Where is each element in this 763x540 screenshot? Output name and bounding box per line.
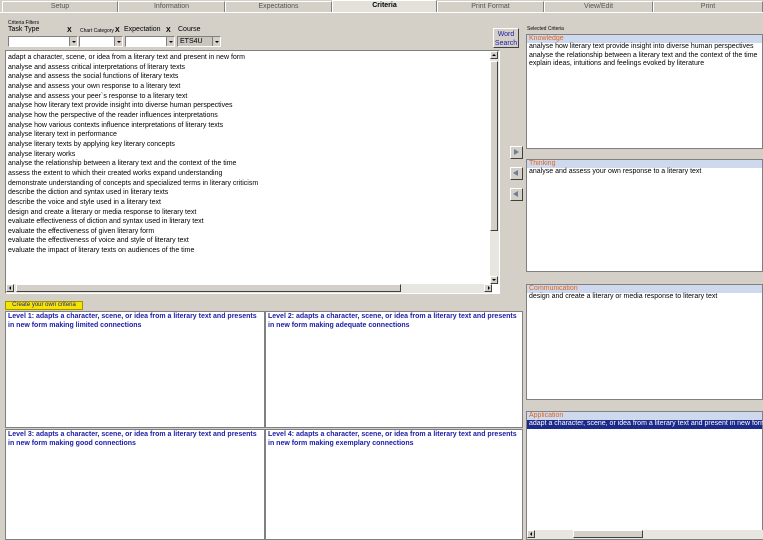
level-4-text: Level 4: adapts a character, scene, or i…	[268, 431, 517, 447]
scroll-up-icon[interactable]	[490, 51, 498, 59]
level-1-box[interactable]: Level 1: adapts a character, scene, or i…	[5, 311, 265, 428]
level-2-text: Level 2: adapts a character, scene, or i…	[268, 313, 517, 329]
application-hscroll-thumb[interactable]	[573, 530, 643, 538]
criteria-list-item[interactable]: analyse literary texts by applying key l…	[6, 140, 490, 150]
application-item[interactable]: adapt a character, scene, or idea from a…	[527, 420, 763, 429]
criteria-list-item[interactable]: analyse literary text in performance	[6, 130, 490, 140]
chevron-down-icon	[69, 37, 77, 46]
selected-criteria-heading: Selected Criteria	[527, 26, 564, 32]
tab-expectations[interactable]: Expectations	[225, 1, 332, 12]
criteria-list-item[interactable]: analyse how literary text provide insigh…	[6, 101, 490, 111]
criteria-list-item[interactable]: analyse how the perspective of the reade…	[6, 111, 490, 121]
application-box[interactable]: Application adapt a character, scene, or…	[526, 411, 763, 540]
tab-information[interactable]: Information	[118, 1, 225, 12]
add-criteria-arrow-icon[interactable]	[510, 146, 523, 159]
course-label: Course	[178, 26, 201, 33]
criteria-list-vscroll[interactable]	[490, 51, 499, 284]
chart-category-select[interactable]	[79, 36, 123, 47]
word-search-label-1: Word	[497, 31, 515, 38]
criteria-list-item[interactable]: describe the diction and syntax used in …	[6, 188, 490, 198]
thinking-item[interactable]: analyse and assess your own response to …	[527, 168, 762, 177]
criteria-list-item[interactable]: analyse the relationship between a liter…	[6, 159, 490, 169]
remove-all-criteria-arrow-icon[interactable]	[510, 188, 523, 201]
tab-view-edit[interactable]: View/Edit	[544, 1, 653, 12]
tab-divider	[0, 12, 763, 13]
criteria-list-item[interactable]: demonstrate understanding of concepts an…	[6, 179, 490, 189]
criteria-list-item[interactable]: evaluate the effectiveness of given lite…	[6, 227, 490, 237]
level-2-box[interactable]: Level 2: adapts a character, scene, or i…	[265, 311, 523, 428]
level-1-text: Level 1: adapts a character, scene, or i…	[8, 313, 257, 329]
chevron-down-icon	[114, 37, 122, 46]
communication-box[interactable]: Communication design and create a litera…	[526, 284, 763, 400]
criteria-hscroll-thumb[interactable]	[16, 284, 401, 292]
course-value: ETS4U	[180, 38, 203, 45]
scroll-left-icon[interactable]	[527, 530, 535, 538]
knowledge-item[interactable]: analyse how literary text provide insigh…	[527, 43, 762, 52]
application-title: Application	[527, 412, 762, 420]
thinking-title: Thinking	[527, 160, 762, 168]
criteria-window: Setup Information Expectations Criteria …	[0, 0, 763, 540]
scroll-down-icon[interactable]	[490, 276, 498, 284]
course-select[interactable]: ETS4U	[177, 36, 221, 47]
level-3-box[interactable]: Level 3: adapts a character, scene, or i…	[5, 429, 265, 540]
task-type-label: Task Type	[8, 26, 40, 33]
knowledge-item[interactable]: explain ideas, intuitions and feelings e…	[527, 60, 762, 69]
remove-criteria-arrow-icon[interactable]	[510, 167, 523, 180]
criteria-list-item[interactable]: evaluate the effectiveness of voice and …	[6, 236, 490, 246]
criteria-list-item[interactable]: assess the extent to which their created…	[6, 169, 490, 179]
criteria-list-item[interactable]: adapt a character, scene, or idea from a…	[6, 53, 490, 63]
scroll-right-icon[interactable]	[484, 284, 492, 292]
criteria-list-item[interactable]: analyse and assess the social functions …	[6, 72, 490, 82]
level-4-box[interactable]: Level 4: adapts a character, scene, or i…	[265, 429, 523, 540]
chart-category-clear-button[interactable]: X	[115, 27, 120, 34]
knowledge-title: Knowledge	[527, 35, 762, 43]
criteria-scroll-thumb[interactable]	[490, 61, 498, 231]
criteria-list-item[interactable]: analyse and assess your own response to …	[6, 82, 490, 92]
expectation-label: Expectation	[124, 26, 161, 33]
criteria-list-item[interactable]: analyse literary works	[6, 150, 490, 160]
knowledge-item[interactable]: analyse the relationship between a liter…	[527, 52, 762, 61]
criteria-list-item[interactable]: analyse and assess critical interpretati…	[6, 63, 490, 73]
tab-print-format[interactable]: Print Format	[437, 1, 544, 12]
word-search-label-2: Search	[494, 40, 518, 47]
criteria-list-item[interactable]: describe the voice and style used in a l…	[6, 198, 490, 208]
criteria-list-hscroll[interactable]	[6, 284, 492, 293]
chevron-down-icon	[212, 37, 220, 46]
criteria-list[interactable]: adapt a character, scene, or idea from a…	[5, 50, 500, 294]
word-search-button[interactable]: Word Search	[493, 28, 519, 48]
task-type-select[interactable]	[8, 36, 78, 47]
tab-bar: Setup Information Expectations Criteria …	[0, 0, 763, 13]
tab-print[interactable]: Print	[653, 1, 763, 12]
criteria-list-item[interactable]: evaluate the impact of literary texts on…	[6, 246, 490, 256]
criteria-list-item[interactable]: analyse how various contexts influence i…	[6, 121, 490, 131]
criteria-list-item[interactable]: analyse and assess your peer`s response …	[6, 92, 490, 102]
knowledge-box[interactable]: Knowledge analyse how literary text prov…	[526, 34, 763, 149]
application-hscroll[interactable]	[527, 530, 763, 539]
create-criteria-button[interactable]: Create your own criteria	[5, 301, 83, 310]
tab-setup[interactable]: Setup	[2, 1, 118, 12]
communication-item[interactable]: design and create a literary or media re…	[527, 293, 762, 302]
expectation-clear-button[interactable]: X	[166, 27, 171, 34]
expectation-select[interactable]	[125, 36, 175, 47]
chevron-down-icon	[166, 37, 174, 46]
criteria-list-items: adapt a character, scene, or idea from a…	[6, 53, 490, 256]
communication-title: Communication	[527, 285, 762, 293]
criteria-list-item[interactable]: design and create a literary or media re…	[6, 208, 490, 218]
scroll-left-icon[interactable]	[6, 284, 14, 292]
level-3-text: Level 3: adapts a character, scene, or i…	[8, 431, 257, 447]
task-type-clear-button[interactable]: X	[67, 27, 72, 34]
thinking-box[interactable]: Thinking analyse and assess your own res…	[526, 159, 763, 272]
chart-category-label: Chart Category	[80, 28, 114, 34]
criteria-list-item[interactable]: evaluate effectiveness of diction and sy…	[6, 217, 490, 227]
